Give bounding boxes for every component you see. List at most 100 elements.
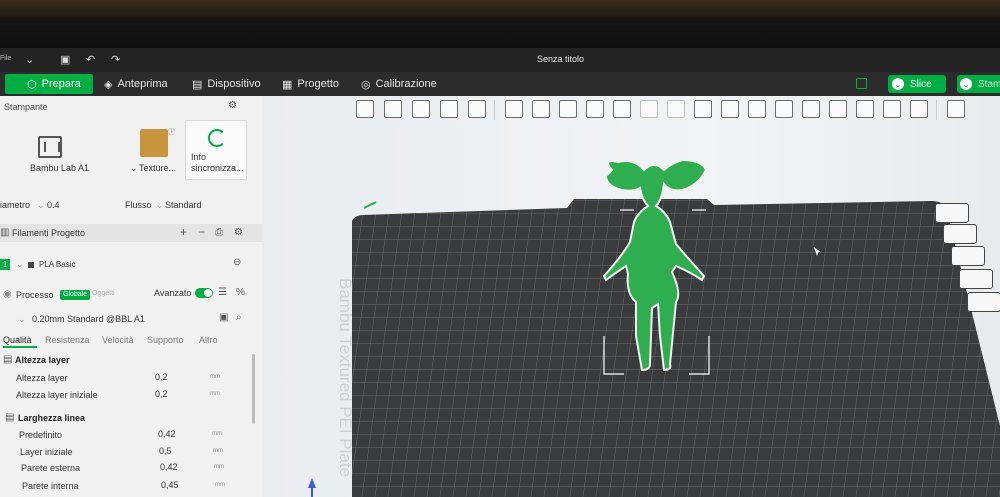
plate-edit-icon[interactable]	[363, 201, 377, 209]
flow-value[interactable]: Standard	[165, 200, 202, 210]
tab-speed[interactable]: Velocità	[102, 335, 134, 345]
layout-icon[interactable]	[856, 78, 867, 89]
group-title: Larghezza linea	[18, 413, 86, 423]
title-bar: File ⌄ ▣ ↶ ↷ Senza titolo	[0, 48, 1000, 72]
group-title: Altezza layer	[15, 355, 70, 365]
setting-unit: mm	[215, 482, 225, 488]
flow-caret[interactable]: ⌄	[156, 200, 164, 211]
tab-strength[interactable]: Resistenza	[45, 335, 90, 345]
setting-label: Parete esterna	[21, 463, 81, 473]
redo-icon[interactable]: ↷	[111, 53, 120, 66]
filaments-section-title: Filamenti Progetto	[12, 228, 86, 238]
list-icon[interactable]: ☰	[218, 287, 227, 298]
chevron-down-icon[interactable]: ⌄	[892, 78, 904, 90]
setting-value[interactable]: 0,2	[155, 372, 168, 382]
process-preset[interactable]: 0.20mm Standard @BBL A1	[32, 314, 145, 324]
tab-label: Progetto	[297, 78, 339, 90]
print-label: Stam	[978, 78, 1000, 90]
preview-icon: ◈	[104, 78, 113, 91]
sync-icon	[208, 129, 226, 147]
tab-other[interactable]: Altro	[199, 335, 218, 345]
tab-label: Anteprima	[117, 78, 168, 90]
filament-color-swatch[interactable]	[28, 262, 34, 268]
plate-type[interactable]: Texture...	[139, 163, 176, 173]
project-icon: ▦	[282, 78, 293, 91]
plate-dropdown-caret[interactable]: ⌄	[130, 163, 138, 174]
setting-value[interactable]: 0,5	[159, 446, 172, 456]
setting-label: Layer iniziale	[20, 447, 73, 457]
print-button[interactable]: ⌄ Stam	[957, 75, 1000, 93]
tab-label: Dispositivo	[207, 78, 261, 90]
chevron-down-icon[interactable]: ⌄	[25, 53, 34, 66]
filament-caret[interactable]: ⌄	[16, 259, 24, 270]
file-menu[interactable]: File	[0, 55, 11, 62]
setting-unit: mm	[210, 391, 220, 397]
chevron-down-icon[interactable]: ⌄	[960, 78, 972, 90]
add-filament-button[interactable]: +	[180, 225, 187, 239]
setting-value[interactable]: 0,2	[155, 389, 168, 399]
tab-calibrazione[interactable]: ◎ Calibrazione	[361, 74, 437, 94]
tab-support[interactable]: Supporto	[147, 335, 184, 345]
close-plate-icon[interactable]	[935, 203, 969, 223]
sync-filament-icon[interactable]: ⎙	[215, 227, 223, 238]
tab-progetto[interactable]: ▦ Progetto	[282, 74, 339, 94]
3d-viewport[interactable]: Bambu Textured PEI Plate	[262, 96, 1000, 497]
tab-anteprima[interactable]: ◈ Anteprima	[104, 74, 168, 94]
setting-value[interactable]: 0,42	[158, 429, 176, 439]
advanced-label: Avanzato	[154, 288, 192, 298]
save-icon[interactable]: ▣	[60, 53, 70, 66]
plate-select-icon[interactable]	[943, 224, 977, 244]
tab-quality[interactable]: Qualità	[3, 335, 32, 345]
flow-label: Flusso	[125, 200, 152, 210]
filament-settings-icon[interactable]: ⚙	[234, 227, 243, 238]
process-section-title: Processo	[16, 290, 54, 300]
layer-height-icon: ▤	[3, 354, 13, 365]
slice-button[interactable]: ⌄ Slice	[888, 75, 946, 93]
tab-prepara[interactable]: ⬡ Prepara	[5, 74, 93, 94]
sync-label-line1: Info	[191, 152, 207, 162]
setting-unit: mm	[214, 464, 224, 470]
undo-icon[interactable]: ↶	[86, 53, 95, 66]
plate-swatch[interactable]	[140, 129, 168, 157]
setting-value[interactable]: 0,42	[160, 462, 178, 472]
objects-badge[interactable]: Oggetti	[92, 290, 115, 297]
setting-label: Predefinito	[19, 430, 63, 440]
device-icon: ▤	[192, 78, 203, 91]
nozzle-caret[interactable]: ⌄	[37, 200, 45, 211]
printer-icon[interactable]	[38, 136, 62, 158]
info-icon[interactable]: ⓘ	[168, 127, 175, 137]
plate-lock-icon[interactable]	[959, 269, 993, 289]
tab-label: Prepara	[41, 78, 81, 90]
active-tab-indicator	[3, 346, 37, 348]
z-axis-arrow	[308, 478, 316, 488]
filament-icon: ▥	[0, 227, 10, 238]
global-badge[interactable]: Globale	[60, 290, 91, 300]
filament-edit-icon[interactable]: ⊖	[233, 257, 241, 268]
preset-caret[interactable]: ⌄	[18, 314, 26, 325]
line-width-icon: ▤	[5, 412, 15, 423]
filament-name[interactable]: PLA Basic	[39, 260, 75, 269]
save-preset-icon[interactable]: ▣	[219, 312, 228, 323]
slice-label: Slice	[910, 78, 932, 90]
plate-arrange-icon[interactable]	[951, 246, 985, 266]
setting-label: Altezza layer	[16, 373, 68, 383]
panel-scrollbar[interactable]	[252, 354, 255, 424]
nozzle-value[interactable]: 0.4	[47, 200, 60, 210]
search-icon[interactable]: ⌕	[236, 312, 242, 323]
main-nav: ⬡ Prepara ◈ Anteprima ▤ Dispositivo ▦ Pr…	[0, 72, 1000, 96]
printer-name[interactable]: Bambu Lab A1	[30, 163, 89, 173]
sync-button[interactable]: Info sincronizza...	[185, 120, 247, 180]
build-plate-scene[interactable]	[262, 96, 1000, 497]
percent-icon[interactable]: %	[236, 287, 245, 298]
setting-value[interactable]: 0,45	[161, 480, 179, 490]
window-title: Senza titolo	[537, 54, 585, 64]
calibration-icon: ◎	[361, 78, 371, 91]
tab-dispositivo[interactable]: ▤ Dispositivo	[192, 74, 261, 94]
plate-name-text: Bambu Textured PEI Plate	[336, 278, 355, 478]
plate-settings-icon[interactable]	[967, 292, 1000, 312]
advanced-toggle[interactable]	[195, 288, 213, 298]
settings-panel: Stampante ⚙ Bambu Lab A1 ⓘ ⌄ Texture... …	[0, 96, 262, 497]
remove-filament-button[interactable]: −	[198, 225, 205, 239]
setting-unit: mm	[212, 431, 222, 437]
gear-icon[interactable]: ⚙	[228, 100, 237, 111]
